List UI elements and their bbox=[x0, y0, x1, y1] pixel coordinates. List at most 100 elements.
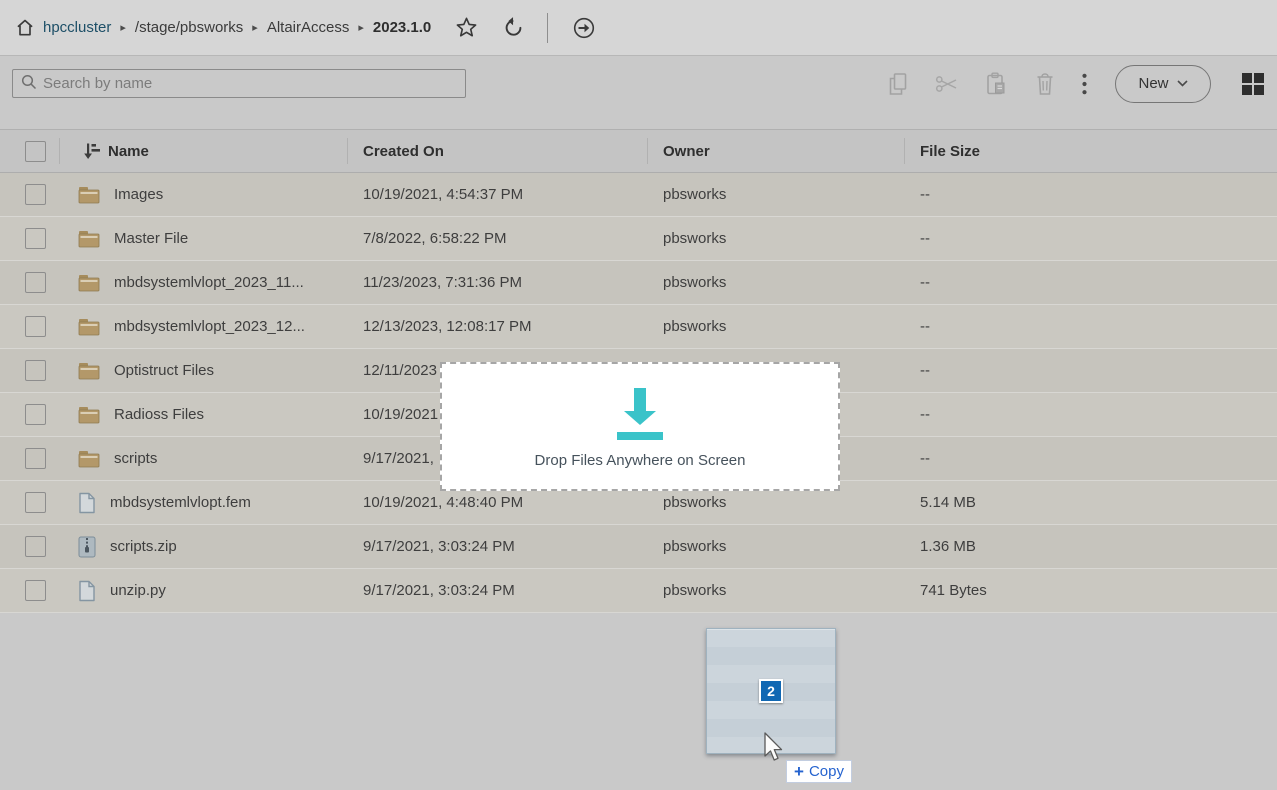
toolbar-actions: New bbox=[861, 64, 1265, 103]
file-icon bbox=[79, 492, 95, 513]
created-on: 12/13/2023, 12:08:17 PM bbox=[363, 318, 532, 335]
breadcrumb-item-current: 2023.1.0 bbox=[372, 19, 432, 36]
file-size: -- bbox=[920, 362, 930, 379]
delete-trash-icon[interactable] bbox=[1034, 72, 1056, 96]
toolbar: New bbox=[0, 57, 1277, 110]
column-header-label: Name bbox=[108, 142, 149, 160]
new-button[interactable]: New bbox=[1115, 64, 1211, 103]
table-row-mbdsystemlvlopt-11[interactable]: mbdsystemlvlopt_2023_11... 11/23/2023, 7… bbox=[0, 261, 1277, 305]
breadcrumb-item-hpccluster[interactable]: hpccluster bbox=[43, 19, 111, 36]
file-icon bbox=[79, 580, 95, 601]
row-checkbox[interactable] bbox=[25, 272, 46, 293]
file-name: scripts.zip bbox=[110, 538, 177, 555]
file-size: -- bbox=[920, 318, 930, 335]
zip-file-icon bbox=[78, 536, 96, 557]
file-name: mbdsystemlvlopt.fem bbox=[110, 494, 251, 511]
owner: pbsworks bbox=[663, 274, 727, 291]
topbar-divider bbox=[547, 12, 549, 43]
row-checkbox[interactable] bbox=[25, 360, 46, 381]
folder-icon bbox=[78, 187, 100, 204]
breadcrumb-separator: ▸ bbox=[120, 22, 126, 34]
cut-icon[interactable] bbox=[935, 73, 959, 95]
owner: pbsworks bbox=[663, 538, 727, 555]
table-row-scripts-zip[interactable]: scripts.zip 9/17/2021, 3:03:24 PM pbswor… bbox=[0, 525, 1277, 569]
breadcrumb-separator: ▸ bbox=[252, 22, 258, 34]
created-on: 9/17/2021, 3:03:24 PM bbox=[363, 538, 515, 555]
file-size: -- bbox=[920, 406, 930, 423]
file-name: Radioss Files bbox=[114, 406, 205, 423]
paste-icon[interactable] bbox=[985, 72, 1008, 96]
select-all-checkbox[interactable] bbox=[25, 140, 46, 162]
created-on: 7/8/2022, 6:58:22 PM bbox=[363, 230, 507, 247]
file-size: -- bbox=[920, 274, 930, 291]
created-on: 10/19/2021, 4:54:37 PM bbox=[363, 186, 524, 203]
breadcrumb-separator: ▸ bbox=[358, 22, 364, 34]
breadcrumb: hpccluster ▸ /stage/pbsworks ▸ AltairAcc… bbox=[43, 19, 431, 36]
file-name: mbdsystemlvlopt_2023_12... bbox=[114, 318, 305, 335]
grid-view-icon[interactable] bbox=[1241, 72, 1265, 96]
drag-count-badge: 2 bbox=[759, 679, 783, 703]
table-row-unzip-py[interactable]: unzip.py 9/17/2021, 3:03:24 PM pbsworks … bbox=[0, 569, 1277, 613]
breadcrumb-item-stage-pbsworks[interactable]: /stage/pbsworks bbox=[135, 19, 243, 36]
plus-icon: + bbox=[794, 762, 804, 781]
file-manager-window: hpccluster ▸ /stage/pbsworks ▸ AltairAcc… bbox=[0, 0, 1277, 790]
row-checkbox[interactable] bbox=[25, 316, 46, 337]
mouse-cursor-icon bbox=[764, 732, 783, 761]
go-to-path-icon[interactable] bbox=[572, 16, 596, 40]
column-header-size[interactable]: File Size bbox=[905, 130, 1277, 172]
file-name: Master File bbox=[114, 230, 189, 247]
row-checkbox[interactable] bbox=[25, 536, 46, 557]
row-checkbox[interactable] bbox=[25, 492, 46, 513]
row-checkbox[interactable] bbox=[25, 580, 46, 601]
table-row-master-file[interactable]: Master File 7/8/2022, 6:58:22 PM pbswork… bbox=[0, 217, 1277, 261]
chevron-down-icon bbox=[1176, 80, 1188, 87]
file-size: 741 Bytes bbox=[920, 582, 987, 599]
table-row-images[interactable]: Images 10/19/2021, 4:54:37 PM pbsworks -… bbox=[0, 173, 1277, 217]
file-name: Optistruct Files bbox=[114, 362, 215, 379]
folder-icon bbox=[78, 363, 100, 380]
copy-icon[interactable] bbox=[887, 72, 909, 96]
drop-files-overlay[interactable]: Drop Files Anywhere on Screen bbox=[440, 362, 840, 491]
owner: pbsworks bbox=[663, 318, 727, 335]
owner: pbsworks bbox=[663, 230, 727, 247]
table-header: Name Created On Owner File Size bbox=[0, 129, 1277, 173]
folder-icon bbox=[78, 275, 100, 292]
row-checkbox[interactable] bbox=[25, 448, 46, 469]
file-name: Images bbox=[114, 186, 164, 203]
file-size: 5.14 MB bbox=[920, 494, 976, 511]
owner: pbsworks bbox=[663, 582, 727, 599]
created-on: 11/23/2023, 7:31:36 PM bbox=[363, 274, 523, 291]
row-checkbox[interactable] bbox=[25, 184, 46, 205]
folder-icon bbox=[78, 451, 100, 468]
table-row-mbdsystemlvlopt-12[interactable]: mbdsystemlvlopt_2023_12... 12/13/2023, 1… bbox=[0, 305, 1277, 349]
drop-overlay-text: Drop Files Anywhere on Screen bbox=[534, 452, 746, 469]
drag-copy-label-text: Copy bbox=[808, 763, 844, 780]
folder-icon bbox=[78, 407, 100, 424]
folder-icon bbox=[78, 231, 100, 248]
search-input[interactable] bbox=[43, 70, 465, 97]
home-icon[interactable] bbox=[15, 18, 35, 38]
favorite-star-icon[interactable] bbox=[455, 16, 478, 39]
file-name: mbdsystemlvlopt_2023_11... bbox=[114, 274, 304, 291]
created-on: 9/17/2021, 3:03:24 PM bbox=[363, 582, 515, 599]
file-name: unzip.py bbox=[110, 582, 166, 599]
search-box bbox=[12, 69, 466, 98]
breadcrumb-item-altairaccess[interactable]: AltairAccess bbox=[267, 19, 350, 36]
row-checkbox[interactable] bbox=[25, 404, 46, 425]
file-size: -- bbox=[920, 450, 930, 467]
file-size: -- bbox=[920, 186, 930, 203]
new-button-label: New bbox=[1138, 75, 1169, 92]
row-checkbox[interactable] bbox=[25, 228, 46, 249]
more-options-kebab-icon[interactable] bbox=[1082, 73, 1087, 95]
drag-copy-label: + Copy bbox=[786, 760, 852, 783]
owner: pbsworks bbox=[663, 186, 727, 203]
sort-icon bbox=[84, 143, 100, 159]
column-header-created[interactable]: Created On bbox=[348, 130, 648, 172]
download-arrow-icon bbox=[617, 388, 663, 440]
file-size: 1.36 MB bbox=[920, 538, 976, 555]
file-name: scripts bbox=[114, 450, 158, 467]
breadcrumb-bar: hpccluster ▸ /stage/pbsworks ▸ AltairAcc… bbox=[0, 0, 1277, 56]
column-header-owner[interactable]: Owner bbox=[648, 130, 905, 172]
column-header-name[interactable]: Name bbox=[60, 130, 348, 172]
refresh-icon[interactable] bbox=[502, 16, 525, 39]
